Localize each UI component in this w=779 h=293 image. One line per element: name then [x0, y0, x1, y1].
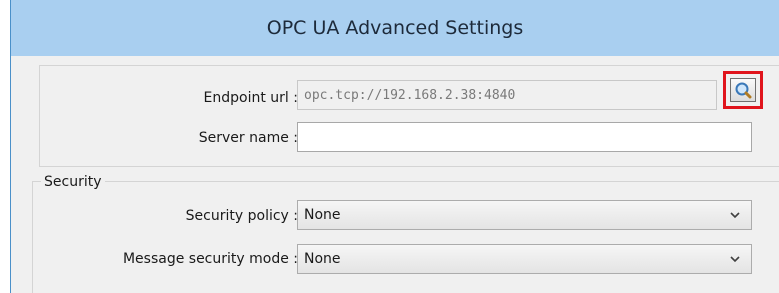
browse-button-face: [730, 78, 756, 102]
security-policy-label: Security policy :: [185, 208, 298, 224]
chevron-down-icon: [730, 212, 740, 219]
server-name-label: Server name :: [198, 130, 298, 146]
server-name-field[interactable]: [297, 122, 752, 152]
chevron-down-icon: [730, 256, 740, 263]
browse-endpoint-button[interactable]: [723, 71, 763, 109]
security-policy-value: None: [304, 207, 341, 223]
security-policy-select[interactable]: None: [297, 200, 752, 230]
security-group-label: Security: [41, 174, 105, 190]
endpoint-url-label: Endpoint url :: [203, 90, 298, 106]
settings-window: OPC UA Advanced Settings Endpoint url : …: [10, 0, 779, 293]
search-icon: [735, 82, 752, 99]
message-security-mode-select[interactable]: None: [297, 244, 752, 274]
endpoint-url-field[interactable]: opc.tcp://192.168.2.38:4840: [297, 80, 717, 110]
endpoint-url-value: opc.tcp://192.168.2.38:4840: [304, 87, 516, 103]
message-security-mode-value: None: [304, 251, 341, 267]
window-titlebar: OPC UA Advanced Settings: [11, 0, 779, 56]
message-security-mode-label: Message security mode :: [122, 251, 298, 267]
security-group: [32, 181, 779, 293]
window-title: OPC UA Advanced Settings: [266, 17, 524, 39]
